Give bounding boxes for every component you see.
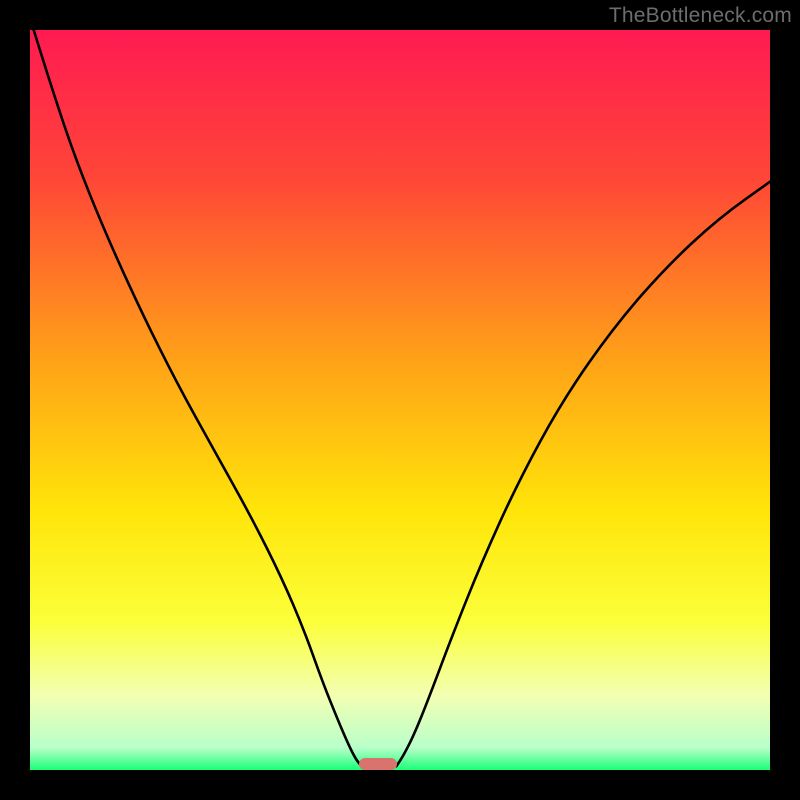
watermark-text: TheBottleneck.com bbox=[609, 4, 792, 28]
curve-left-branch bbox=[34, 30, 362, 766]
chart-frame: TheBottleneck.com bbox=[0, 0, 800, 800]
plot-area bbox=[30, 30, 770, 770]
curve-right-branch bbox=[396, 182, 770, 767]
bottleneck-curve bbox=[30, 30, 770, 770]
bottleneck-marker bbox=[359, 758, 397, 770]
